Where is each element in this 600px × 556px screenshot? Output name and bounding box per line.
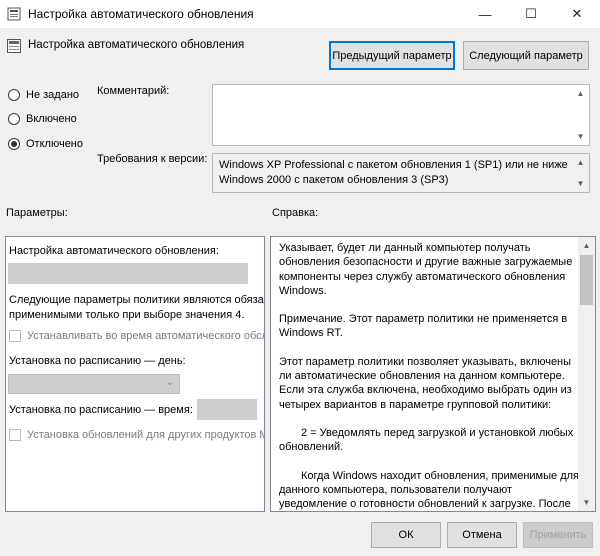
checkbox-label: Устанавливать во время автоматического о… (27, 330, 265, 342)
checkbox-box[interactable] (9, 429, 21, 441)
checkbox-label: Установка обновлений для других продукто… (27, 429, 265, 441)
ok-button[interactable]: ОК (371, 522, 441, 548)
info-text: Следующие параметры политики являются об… (9, 294, 264, 306)
radio-not-configured[interactable]: Не задано (8, 87, 108, 103)
radio-enabled[interactable]: Включено (8, 111, 108, 127)
help-paragraph: Этот параметр политики позволяет указыва… (279, 355, 572, 411)
requirements-line: Windows 2000 с пакетом обновления 3 (SP3… (219, 174, 449, 186)
info-text: применимыми только при выборе значения 4… (9, 309, 245, 321)
comment-field[interactable]: ▲ ▼ (212, 84, 590, 146)
requirements-line: Windows XP Professional с пакетом обновл… (219, 159, 568, 171)
previous-setting-button[interactable]: Предыдущий параметр (329, 41, 455, 70)
help-paragraph: Примечание. Этот параметр политики не пр… (279, 313, 568, 340)
help-section-label: Справка: (272, 207, 319, 219)
help-scrollbar[interactable]: ▲ ▼ (578, 237, 595, 511)
install-during-maintenance-checkbox[interactable]: Устанавливать во время автоматического о… (9, 330, 265, 342)
scroll-up-icon[interactable]: ▲ (578, 237, 595, 254)
cancel-button[interactable]: Отмена (447, 522, 517, 548)
chevron-down-icon: ⌄ (165, 377, 174, 388)
scroll-down-icon[interactable]: ▼ (572, 128, 589, 145)
configure-label: Настройка автоматического обновления: (9, 245, 219, 257)
radio-disabled[interactable]: Отключено (8, 136, 108, 152)
scroll-up-icon[interactable]: ▲ (572, 154, 589, 171)
comment-label: Комментарий: (97, 85, 170, 97)
scroll-down-icon[interactable]: ▼ (572, 175, 589, 192)
radio-circle[interactable] (8, 89, 20, 101)
scroll-up-icon[interactable]: ▲ (572, 85, 589, 102)
policy-settings-icon (7, 39, 21, 53)
radio-circle[interactable] (8, 113, 20, 125)
radio-label: Отключено (26, 138, 83, 150)
options-panel[interactable]: Настройка автоматического обновления: Сл… (5, 236, 265, 512)
help-text: Указывает, будет ли данный компьютер пол… (279, 241, 579, 511)
help-paragraph: Указывает, будет ли данный компьютер пол… (279, 242, 573, 297)
requirements-scrollbar[interactable]: ▲ ▼ (572, 154, 589, 192)
other-products-checkbox[interactable]: Установка обновлений для других продукто… (9, 429, 265, 441)
schedule-day-dropdown[interactable]: ⌄ (8, 374, 180, 394)
apply-button[interactable]: Применить (523, 522, 593, 548)
checkbox-box[interactable] (9, 330, 21, 342)
policy-name: Настройка автоматического обновления (28, 39, 245, 51)
schedule-day-label: Установка по расписанию — день: (9, 355, 186, 367)
scroll-thumb[interactable] (580, 255, 593, 305)
minimize-button[interactable]: — (462, 0, 508, 28)
requirements-label: Требования к версии: (97, 153, 208, 165)
policy-settings-icon (7, 7, 21, 21)
help-paragraph: 2 = Уведомлять перед загрузкой и установ… (279, 426, 574, 454)
options-section-label: Параметры: (6, 207, 68, 219)
help-paragraph: Когда Windows находит обновления, примен… (279, 469, 579, 511)
radio-label: Не задано (26, 89, 80, 101)
schedule-time-label: Установка по расписанию — время: (9, 404, 193, 416)
close-button[interactable]: ✕ (554, 0, 600, 28)
requirements-field: Windows XP Professional с пакетом обновл… (212, 153, 590, 193)
title-bar[interactable]: Настройка автоматического обновления — ☐… (0, 0, 600, 28)
radio-label: Включено (26, 113, 77, 125)
configure-dropdown[interactable] (8, 263, 248, 284)
window-title: Настройка автоматического обновления (28, 7, 254, 21)
radio-circle[interactable] (8, 138, 20, 150)
help-panel[interactable]: Указывает, будет ли данный компьютер пол… (270, 236, 596, 512)
maximize-button[interactable]: ☐ (508, 0, 554, 28)
comment-scrollbar[interactable]: ▲ ▼ (572, 85, 589, 145)
next-setting-button[interactable]: Следующий параметр (463, 41, 589, 70)
schedule-time-dropdown[interactable] (197, 399, 257, 420)
scroll-down-icon[interactable]: ▼ (578, 494, 595, 511)
